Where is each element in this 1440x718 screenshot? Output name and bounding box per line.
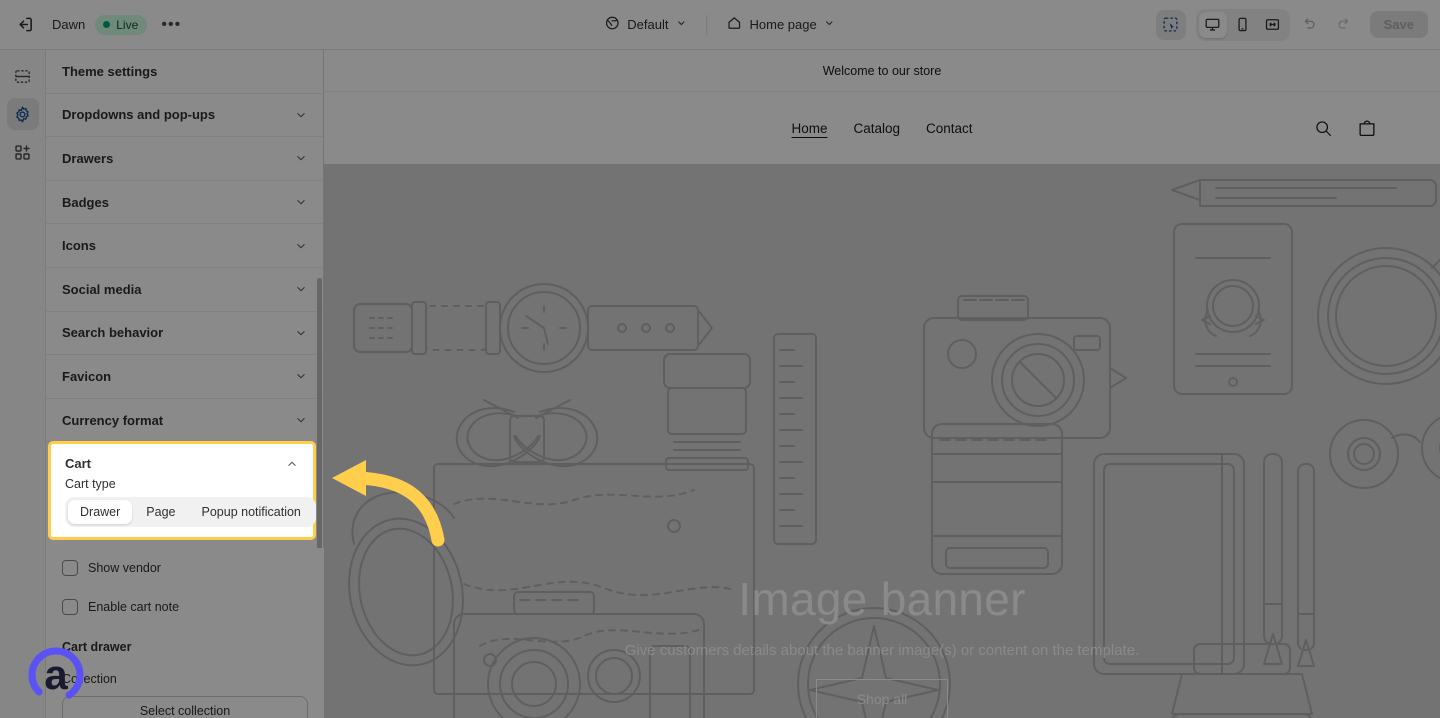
- checkbox-row-show-vendor[interactable]: Show vendor: [62, 548, 308, 587]
- apps-icon[interactable]: [7, 136, 39, 168]
- fullscreen-icon[interactable]: [1259, 12, 1287, 38]
- show-vendor-checkbox[interactable]: [62, 559, 78, 576]
- cart-type-label: Cart type: [65, 477, 116, 491]
- left-rail: [0, 50, 46, 718]
- chevron-down-icon: [294, 151, 308, 165]
- checkbox-label: Enable cart note: [88, 599, 180, 614]
- store-header-icons: [1313, 117, 1378, 139]
- theme-name: Dawn: [52, 17, 86, 32]
- page-title: Theme settings: [62, 63, 158, 79]
- sidebar-section-badges[interactable]: Badges: [46, 180, 323, 225]
- device-preview-group: [1195, 8, 1290, 41]
- collection-label: Collection: [62, 672, 117, 686]
- nav-link-home[interactable]: Home: [791, 121, 827, 136]
- cart-type-option-drawer[interactable]: Drawer: [68, 500, 133, 524]
- section-label: Currency format: [62, 412, 164, 428]
- search-icon[interactable]: [1313, 118, 1334, 139]
- topbar-center: Default Home page: [595, 10, 844, 39]
- store-preview: Welcome to our store Home Catalog Contac…: [324, 50, 1440, 718]
- cart-drawer-heading: Cart drawer: [62, 640, 132, 654]
- theme-settings-gear-icon[interactable]: [6, 98, 39, 130]
- checkbox-row-enable-cart-note[interactable]: Enable cart note: [62, 587, 308, 626]
- page-selector[interactable]: Home page: [717, 10, 844, 39]
- cart-bag-icon[interactable]: [1356, 117, 1378, 139]
- cart-settings-card-highlighted: Cart Cart type Drawer Page Popup notific…: [48, 441, 316, 540]
- desktop-icon[interactable]: [1198, 11, 1227, 38]
- chevron-down-icon: [294, 195, 308, 209]
- assistant-logo-icon: a: [28, 647, 84, 703]
- sidebar-section-icons[interactable]: Icons: [46, 224, 323, 268]
- chevron-down-icon: [675, 17, 687, 32]
- top-bar: Dawn Live ••• Default Home page Save: [0, 0, 1440, 50]
- status-label: Live: [116, 17, 139, 32]
- more-options-button[interactable]: •••: [157, 11, 185, 39]
- redo-icon[interactable]: [1330, 11, 1358, 39]
- cart-type-option-popup-notification[interactable]: Popup notification: [190, 500, 313, 524]
- cart-settings-continued: Show vendor Enable cart note Cart drawer…: [46, 548, 324, 718]
- cart-section-header[interactable]: Cart: [51, 444, 313, 477]
- section-label: Search behavior: [62, 325, 164, 341]
- section-label: Badges: [62, 194, 109, 210]
- inspector-icon[interactable]: [1155, 9, 1186, 40]
- sidebar-section-dropdowns-and-popups[interactable]: Dropdowns and pop-ups: [46, 93, 323, 138]
- chevron-down-icon: [824, 17, 836, 32]
- cart-type-option-page[interactable]: Page: [134, 500, 187, 524]
- cart-type-segmented-control: Drawer Page Popup notification: [65, 497, 316, 527]
- chevron-down-icon: [294, 282, 308, 296]
- section-label: Icons: [62, 238, 96, 254]
- hero-content: Image banner Give customers details abou…: [324, 572, 1440, 718]
- cart-section-title: Cart: [65, 456, 92, 471]
- select-collection-button[interactable]: Select collection: [62, 696, 308, 718]
- section-label: Social media: [62, 281, 142, 297]
- section-label: Favicon: [62, 368, 112, 384]
- sidebar-section-social-media[interactable]: Social media: [46, 267, 323, 312]
- assistant-widget[interactable]: a: [26, 645, 86, 705]
- sections-icon[interactable]: [7, 60, 39, 92]
- theme-variant-label: Default: [627, 17, 669, 32]
- sidebar-section-currency-format[interactable]: Currency format: [46, 398, 323, 443]
- home-icon: [726, 15, 742, 34]
- sidebar-section-drawers[interactable]: Drawers: [46, 137, 323, 181]
- undo-icon[interactable]: [1296, 11, 1324, 39]
- topbar-left: Dawn Live •••: [0, 11, 185, 39]
- sidebar-section-favicon[interactable]: Favicon: [46, 355, 323, 399]
- mobile-icon[interactable]: [1229, 12, 1257, 38]
- section-label: Dropdowns and pop-ups: [62, 107, 216, 123]
- announcement-bar: Welcome to our store: [324, 50, 1440, 92]
- topbar-divider: [706, 14, 708, 35]
- chevron-down-icon: [294, 239, 308, 253]
- page-selector-label: Home page: [749, 17, 817, 32]
- topbar-right: Save: [1155, 8, 1428, 41]
- exit-icon[interactable]: [10, 11, 38, 39]
- save-button[interactable]: Save: [1369, 11, 1428, 38]
- store-nav: Home Catalog Contact: [791, 121, 972, 136]
- store-header: Home Catalog Contact: [324, 92, 1440, 164]
- sidebar-heading-row: Theme settings: [46, 50, 323, 94]
- status-badge: Live: [95, 14, 148, 35]
- chevron-down-icon: [294, 369, 308, 383]
- theme-variant-selector[interactable]: Default: [595, 10, 696, 39]
- checkbox-label: Show vendor: [88, 560, 161, 575]
- cart-section-body: Cart type Drawer Page Popup notification: [51, 477, 316, 527]
- chevron-down-icon: [294, 413, 308, 427]
- sidebar-section-search-behavior[interactable]: Search behavior: [46, 311, 323, 356]
- chevron-up-icon: [285, 457, 299, 471]
- shop-all-button[interactable]: Shop all: [815, 679, 949, 718]
- hero-image-banner: Image banner Give customers details abou…: [324, 164, 1440, 718]
- globe-icon: [604, 15, 620, 34]
- status-dot: [103, 21, 111, 28]
- assistant-glyph: a: [44, 651, 68, 698]
- nav-link-contact[interactable]: Contact: [926, 121, 973, 136]
- enable-cart-note-checkbox[interactable]: [62, 598, 78, 615]
- chevron-down-icon: [294, 108, 308, 122]
- app-root: Dawn Live ••• Default Home page Save The…: [0, 0, 1440, 718]
- hero-subtitle: Give customers details about the banner …: [624, 642, 1140, 659]
- chevron-down-icon: [294, 326, 308, 340]
- section-label: Drawers: [62, 150, 114, 166]
- nav-link-catalog[interactable]: Catalog: [853, 121, 900, 136]
- hero-title: Image banner: [738, 573, 1026, 625]
- announcement-text: Welcome to our store: [822, 63, 942, 78]
